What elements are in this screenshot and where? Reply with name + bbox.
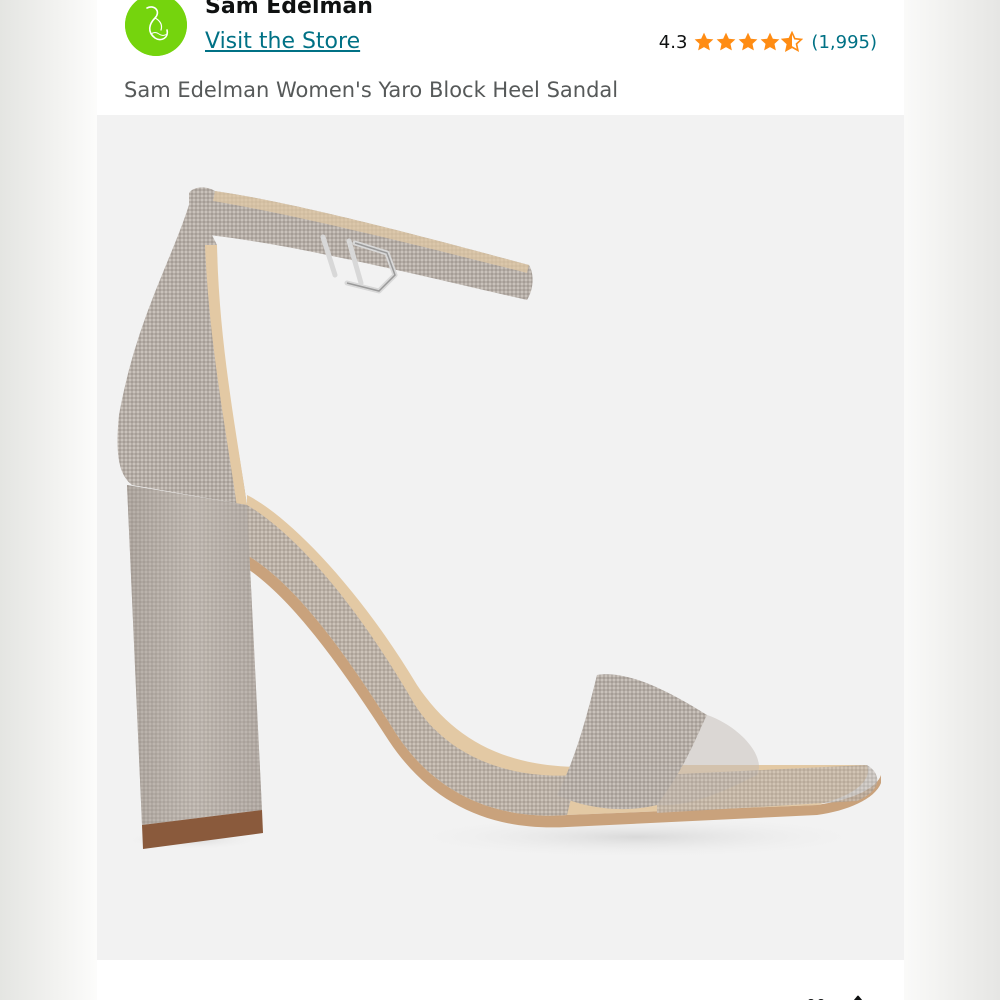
brand-logo[interactable] <box>125 0 187 56</box>
rating-summary[interactable]: 4.3 (1,995) <box>659 31 877 53</box>
star-full-icon <box>739 32 758 51</box>
review-count-link[interactable]: (1,995) <box>811 32 877 53</box>
bottom-action-bar <box>97 960 904 1000</box>
rating-value: 4.3 <box>658 31 688 53</box>
star-full-icon <box>761 32 780 51</box>
product-title: Sam Edelman Women's Yaro Block Heel Sand… <box>124 78 619 102</box>
sam-edelman-logo-icon <box>125 0 187 56</box>
sandal-product-image-icon <box>117 187 881 859</box>
star-full-icon <box>695 32 714 51</box>
visit-store-link[interactable]: Visit the Store <box>205 29 360 54</box>
brand-name: Sam Edelman <box>205 0 373 19</box>
product-image[interactable] <box>97 115 904 960</box>
bottom-icons <box>802 990 872 1000</box>
star-half-icon <box>781 31 804 53</box>
star-full-icon <box>717 32 736 51</box>
star-rating <box>693 31 804 53</box>
product-card: Sam Edelman Visit the Store 4.3 (1,995) … <box>97 0 904 1000</box>
share-icon[interactable] <box>802 990 830 1000</box>
product-header: Sam Edelman Visit the Store 4.3 (1,995) … <box>97 0 904 115</box>
upload-icon[interactable] <box>844 990 872 1000</box>
